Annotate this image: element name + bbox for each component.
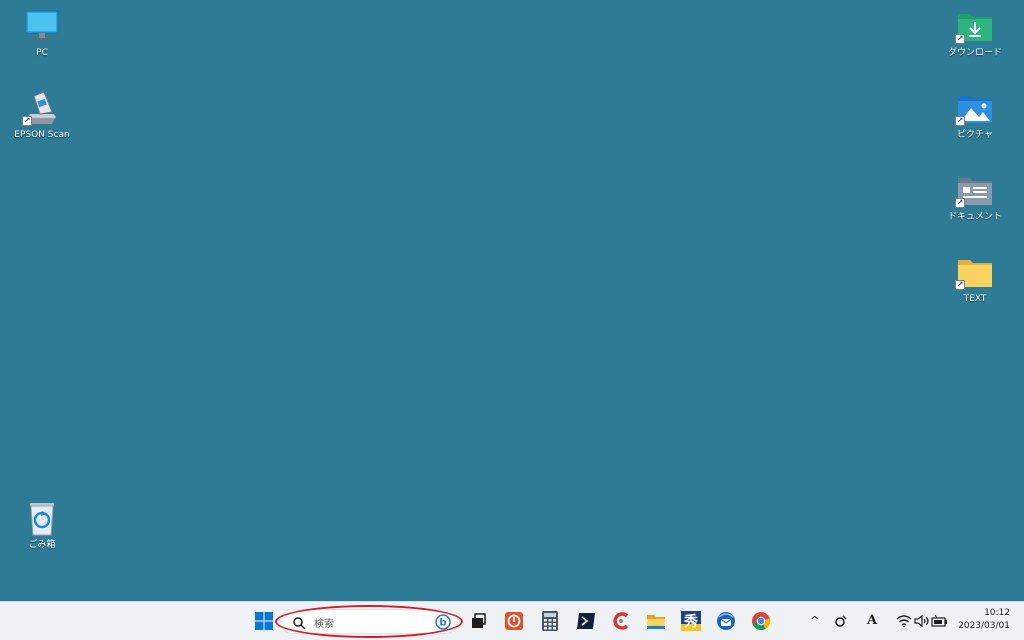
desktop-icon-text-folder[interactable]: ↗ TEXT [939, 248, 1011, 320]
desktop-icon-downloads[interactable]: ↗ ダウンロード [939, 2, 1011, 74]
desktop-icon-label: PC [36, 48, 48, 58]
svg-text:秀: 秀 [683, 613, 699, 630]
shortcut-arrow-icon: ↗ [22, 116, 32, 126]
desktop-icon-pictures[interactable]: ↗ ピクチャ [939, 84, 1011, 156]
shortcut-arrow-icon: ↗ [955, 198, 965, 208]
chrome-icon[interactable] [750, 610, 772, 632]
clock-time: 10:12 [984, 608, 1010, 618]
shortcut-arrow-icon: ↗ [955, 280, 965, 290]
desktop-icon-epson-scan[interactable]: ↗ EPSON Scan [6, 84, 78, 156]
japanese-app-icon[interactable]: 秀 [680, 610, 702, 632]
monitor-icon [22, 8, 62, 44]
terminal-icon[interactable] [575, 610, 597, 632]
folder-icon: ↗ [955, 254, 995, 290]
desktop-icon-recycle-bin[interactable]: ごみ箱 [6, 494, 78, 566]
shortcut-arrow-icon: ↗ [955, 34, 965, 44]
desktop-icon-label: ドキュメント [947, 212, 1002, 222]
ccleaner-icon[interactable] [611, 610, 633, 632]
desktop-icon-label: TEXT [963, 294, 987, 304]
taskbar: 検索 b 秀 ^ A 10:12 2023/03/01 [0, 601, 1024, 640]
recycle-bin-icon [22, 500, 62, 536]
ime-indicator[interactable]: A [867, 613, 877, 628]
taskbar-clock[interactable]: 10:12 2023/03/01 [958, 607, 1010, 633]
clock-date: 2023/03/01 [958, 621, 1010, 631]
pictures-folder-icon: ↗ [955, 90, 995, 126]
file-explorer-icon[interactable] [645, 610, 667, 632]
windows-start-icon[interactable] [253, 610, 275, 632]
tray-app-icon[interactable] [830, 610, 852, 632]
battery-icon[interactable] [929, 610, 951, 632]
task-view-icon[interactable] [467, 610, 489, 632]
scanner-icon: ↗ [22, 90, 62, 126]
thunderbird-icon[interactable] [715, 610, 737, 632]
desktop-icon-pc[interactable]: PC [6, 2, 78, 74]
desktop-icon-documents[interactable]: ↗ ドキュメント [939, 166, 1011, 238]
shutdown-app-icon[interactable] [503, 610, 525, 632]
desktop-icon-label: ごみ箱 [28, 540, 56, 550]
desktop-icon-label: ダウンロード [947, 48, 1002, 58]
search-highlight-ring [275, 605, 463, 638]
desktop-icon-label: EPSON Scan [14, 130, 70, 140]
calculator-icon[interactable] [539, 610, 561, 632]
downloads-folder-icon: ↗ [955, 8, 995, 44]
shortcut-arrow-icon: ↗ [955, 116, 965, 126]
desktop-icon-label: ピクチャ [957, 130, 993, 140]
documents-folder-icon: ↗ [955, 172, 995, 208]
tray-overflow-chevron[interactable]: ^ [810, 614, 819, 627]
